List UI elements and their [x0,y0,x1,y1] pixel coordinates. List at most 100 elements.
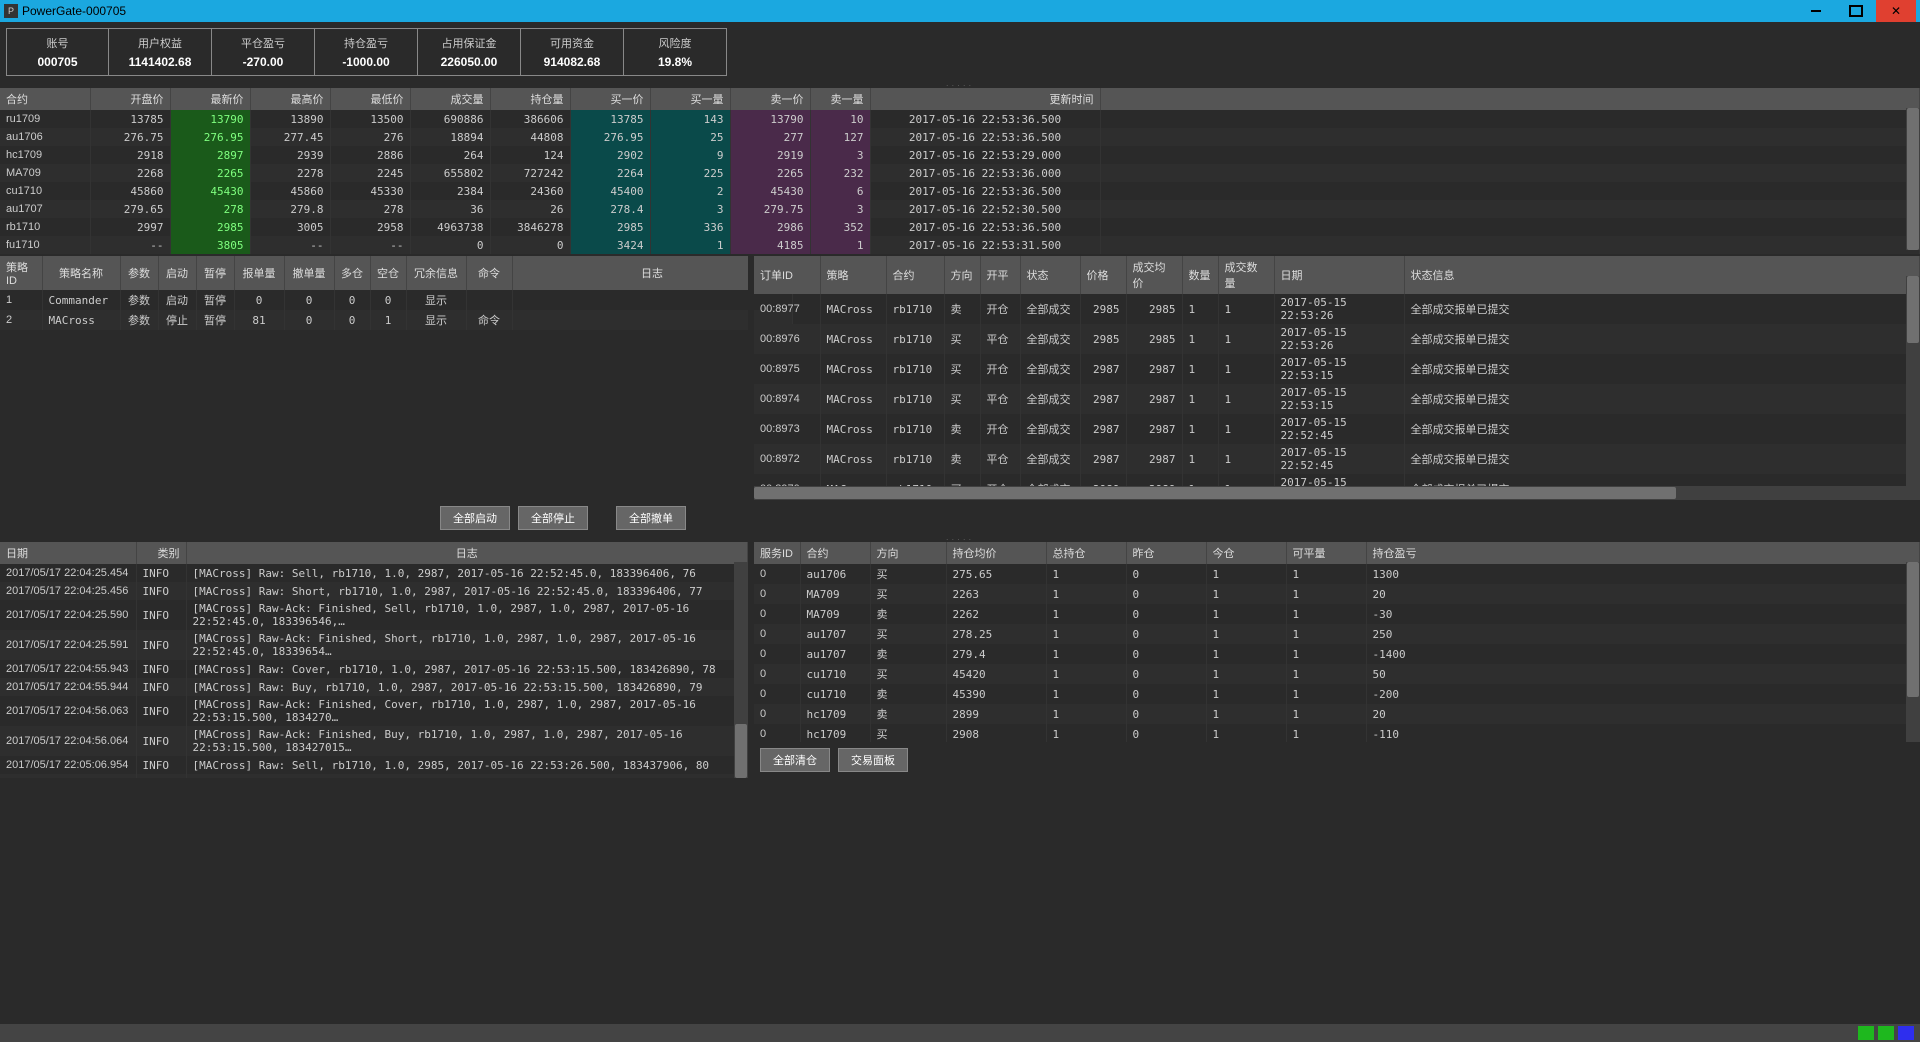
log-col[interactable]: 日期 [0,542,136,564]
strat-col[interactable]: 策略ID [0,256,42,290]
minimize-button[interactable] [1796,0,1836,22]
market-col[interactable]: 成交量 [410,88,490,110]
position-row[interactable]: 0cu1710卖453901011-200 [754,684,1920,704]
market-col[interactable]: 最新价 [170,88,250,110]
order-row[interactable]: 00:8975MACrossrb1710买开仓全部成交2987298711201… [754,354,1920,384]
market-col[interactable]: 持仓量 [490,88,570,110]
strat-col[interactable]: 冗余信息 [406,256,466,290]
position-row[interactable]: 0hc1709买29081011-110 [754,724,1920,742]
strat-col[interactable]: 策略名称 [42,256,120,290]
strategy-row[interactable]: 2MACross参数停止暂停81001显示命令 [0,310,792,330]
market-row[interactable]: rb17102997298530052958496373838462782985… [0,218,1920,236]
order-row[interactable]: 00:8977MACrossrb1710卖开仓全部成交2985298511201… [754,294,1920,324]
pos-col[interactable]: 持仓盈亏 [1366,542,1920,564]
position-row[interactable]: 0au1706买275.6510111300 [754,564,1920,584]
pos-col[interactable]: 昨仓 [1126,542,1206,564]
pos-col[interactable]: 持仓均价 [946,542,1046,564]
market-row[interactable]: ru17091378513790138901350069088638660613… [0,110,1920,128]
logs-scrollbar[interactable] [734,562,748,778]
market-row[interactable]: au1707279.65278279.82783626278.43279.753… [0,200,1920,218]
pos-col[interactable]: 合约 [800,542,870,564]
market-row[interactable]: cu17104586045430458604533023842436045400… [0,182,1920,200]
market-col[interactable]: 最高价 [250,88,330,110]
order-row[interactable]: 00:8973MACrossrb1710卖开仓全部成交2987298711201… [754,414,1920,444]
orders-col[interactable]: 订单ID [754,256,820,294]
close-all-button[interactable]: 全部清仓 [760,748,830,772]
positions-scrollbar[interactable] [1906,562,1920,742]
strat-col[interactable]: 命令 [466,256,512,290]
log-row: 2017/05/17 22:04:25.590INFO[MACross] Raw… [0,600,748,630]
position-row[interactable]: 0cu1710买45420101150 [754,664,1920,684]
market-table: 合约开盘价最新价最高价最低价成交量持仓量买一价买一量卖一价卖一量更新时间 ru1… [0,88,1920,254]
strat-col[interactable]: 空仓 [370,256,406,290]
market-col[interactable]: 开盘价 [90,88,170,110]
position-row[interactable]: 0au1707卖279.41011-1400 [754,644,1920,664]
orders-col[interactable]: 成交均价 [1126,256,1182,294]
market-col[interactable]: 卖一价 [730,88,810,110]
cancel-all-button[interactable]: 全部撤单 [616,506,686,530]
summary-label: 风险度 [624,35,726,51]
pos-col[interactable]: 今仓 [1206,542,1286,564]
orders-scrollbar-v[interactable] [1906,276,1920,500]
orders-col[interactable]: 数量 [1182,256,1218,294]
close-button[interactable] [1876,0,1916,22]
position-buttons: 全部清仓 交易面板 [754,742,1920,778]
pos-col[interactable]: 总持仓 [1046,542,1126,564]
market-col[interactable]: 买一量 [650,88,730,110]
position-row[interactable]: 0MA709卖22621011-30 [754,604,1920,624]
log-row: 2017/05/17 22:05:06.956INFO[MACross] Raw… [0,774,748,778]
strat-col[interactable]: 报单量 [234,256,284,290]
market-col[interactable]: 更新时间 [870,88,1100,110]
pos-col[interactable]: 可平量 [1286,542,1366,564]
orders-panel: 订单ID策略合约方向开平状态价格成交均价数量成交数量日期状态信息 00:8977… [754,256,1920,500]
orders-col[interactable]: 策略 [820,256,886,294]
log-row: 2017/05/17 22:04:25.454INFO[MACross] Raw… [0,564,748,582]
order-row[interactable]: 00:8976MACrossrb1710买平仓全部成交2985298511201… [754,324,1920,354]
market-row[interactable]: MA70922682265227822456558027272422264225… [0,164,1920,182]
market-col[interactable]: 买一价 [570,88,650,110]
strat-col[interactable]: 参数 [120,256,158,290]
strat-col[interactable]: 启动 [158,256,196,290]
market-scrollbar[interactable] [1906,108,1920,250]
orders-col[interactable]: 方向 [944,256,980,294]
pos-col[interactable]: 服务ID [754,542,800,564]
orders-col[interactable]: 合约 [886,256,944,294]
strategy-row[interactable]: 1Commander参数启动暂停0000显示 [0,290,792,310]
titlebar: P PowerGate-000705 [0,0,1920,22]
status-indicator-1[interactable] [1858,1026,1874,1040]
status-indicator-2[interactable] [1878,1026,1894,1040]
market-row[interactable]: fu1710--3805----0034241418512017-05-16 2… [0,236,1920,254]
status-indicator-3[interactable] [1898,1026,1914,1040]
summary-label: 用户权益 [109,35,211,51]
strat-col[interactable]: 多仓 [334,256,370,290]
start-all-button[interactable]: 全部启动 [440,506,510,530]
summary-value: -1000.00 [315,55,417,69]
stop-all-button[interactable]: 全部停止 [518,506,588,530]
market-col[interactable]: 卖一量 [810,88,870,110]
market-row[interactable]: hc17092918289729392886264124290292919320… [0,146,1920,164]
orders-col[interactable]: 成交数量 [1218,256,1274,294]
orders-col[interactable]: 价格 [1080,256,1126,294]
pos-col[interactable]: 方向 [870,542,946,564]
maximize-button[interactable] [1836,0,1876,22]
orders-col[interactable]: 日期 [1274,256,1404,294]
log-col[interactable]: 类别 [136,542,186,564]
position-row[interactable]: 0MA709买2263101120 [754,584,1920,604]
orders-col[interactable]: 开平 [980,256,1020,294]
order-row[interactable]: 00:8974MACrossrb1710买平仓全部成交2987298711201… [754,384,1920,414]
market-row[interactable]: au1706276.75276.95277.452761889444808276… [0,128,1920,146]
log-col[interactable]: 日志 [186,542,748,564]
trade-panel-button[interactable]: 交易面板 [838,748,908,772]
strat-col[interactable]: 撤单量 [284,256,334,290]
market-col[interactable]: 最低价 [330,88,410,110]
orders-scrollbar-h[interactable] [754,486,1906,500]
market-col[interactable]: 合约 [0,88,90,110]
strat-col[interactable]: 暂停 [196,256,234,290]
order-row[interactable]: 00:8972MACrossrb1710卖平仓全部成交2987298711201… [754,444,1920,474]
position-row[interactable]: 0hc1709卖2899101120 [754,704,1920,724]
position-row[interactable]: 0au1707买278.251011250 [754,624,1920,644]
summary-label: 持仓盈亏 [315,35,417,51]
orders-col[interactable]: 状态 [1020,256,1080,294]
orders-col[interactable]: 状态信息 [1404,256,1920,294]
log-row: 2017/05/17 22:04:56.063INFO[MACross] Raw… [0,696,748,726]
